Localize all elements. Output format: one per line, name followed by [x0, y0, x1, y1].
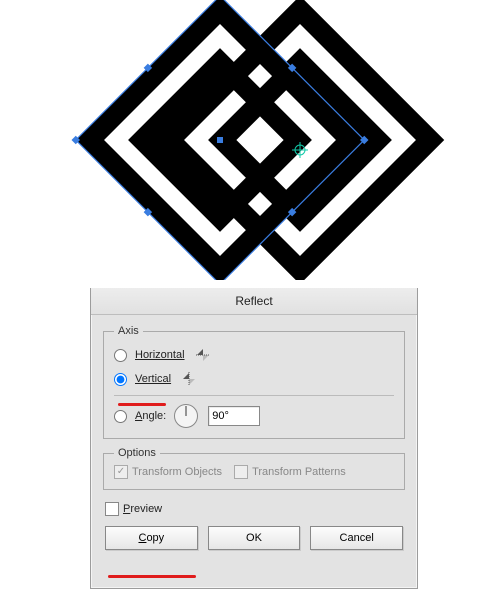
- options-group: Options ✓ Transform Objects Transform Pa…: [103, 447, 405, 490]
- reflect-horizontal-icon: [195, 347, 211, 363]
- annotation-vertical-underline: [118, 403, 166, 406]
- cancel-button[interactable]: Cancel: [310, 526, 403, 550]
- angle-dial[interactable]: [174, 404, 198, 428]
- transform-patterns-checkbox: [234, 465, 248, 479]
- axis-vertical-radio[interactable]: [114, 373, 127, 386]
- axis-horizontal-radio[interactable]: [114, 349, 127, 362]
- angle-input[interactable]: [208, 406, 260, 426]
- reflect-dialog: Reflect Axis Horizontal Vertical: [90, 288, 418, 589]
- transform-objects-checkbox: ✓: [114, 465, 128, 479]
- axis-legend: Axis: [114, 325, 143, 337]
- transform-objects-label: Transform Objects: [132, 466, 222, 478]
- axis-angle-radio[interactable]: [114, 410, 127, 423]
- copy-button[interactable]: Copy: [105, 526, 198, 550]
- axis-vertical-label[interactable]: Vertical: [135, 373, 171, 385]
- preview-label[interactable]: Preview: [123, 503, 162, 515]
- canvas-area[interactable]: [0, 0, 500, 280]
- selection-center: [217, 137, 223, 143]
- options-legend: Options: [114, 447, 160, 459]
- axis-horizontal-label[interactable]: Horizontal: [135, 349, 185, 361]
- annotation-copy-underline: [108, 575, 196, 578]
- ok-button[interactable]: OK: [208, 526, 301, 550]
- dialog-title: Reflect: [91, 288, 417, 315]
- axis-angle-label[interactable]: Angle:: [135, 410, 166, 422]
- transform-patterns-label: Transform Patterns: [252, 466, 346, 478]
- axis-group: Axis Horizontal Vertical Angle:: [103, 325, 405, 439]
- reflect-vertical-icon: [181, 371, 197, 387]
- artwork: [0, 0, 500, 280]
- preview-checkbox[interactable]: [105, 502, 119, 516]
